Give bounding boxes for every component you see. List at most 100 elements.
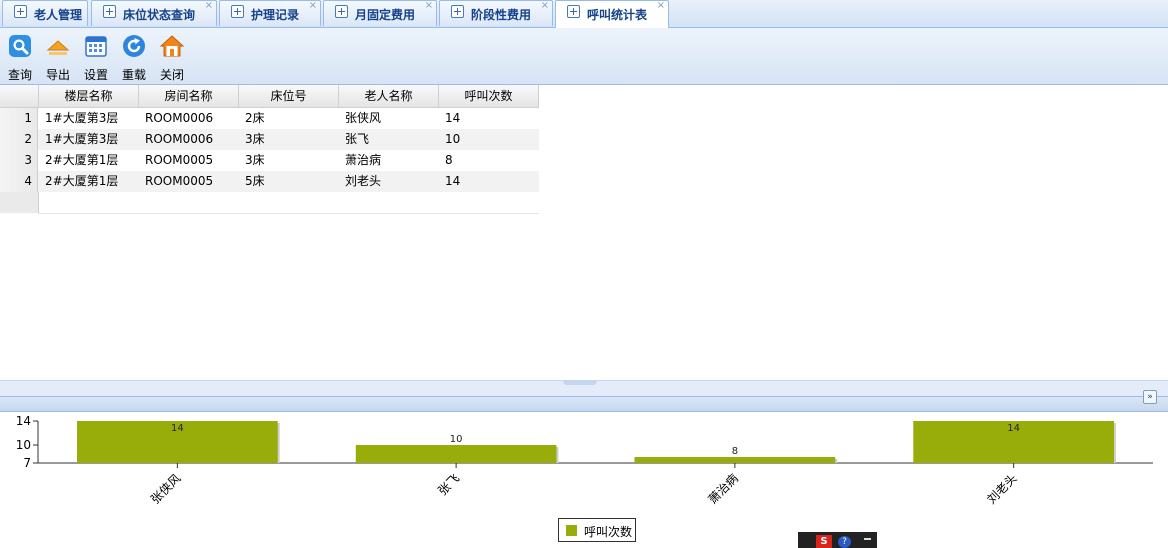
ime-toolbar[interactable]: S ? bbox=[798, 532, 877, 548]
export-button[interactable]: 导出 bbox=[41, 32, 75, 82]
collapse-icon[interactable]: » bbox=[1143, 390, 1157, 404]
y-tick-label: 7 bbox=[23, 456, 31, 470]
table-row[interactable]: 1 1#大厦第3层 ROOM0006 2床 张侠风 14 bbox=[0, 108, 539, 129]
close-label: 关闭 bbox=[159, 68, 184, 82]
settings-label: 设置 bbox=[83, 68, 108, 82]
close-icon[interactable]: × bbox=[541, 1, 549, 11]
y-tick-label: 10 bbox=[16, 438, 31, 452]
ime-help-icon[interactable]: ? bbox=[838, 536, 851, 548]
tab-call-statistics[interactable]: 呼叫统计表 × bbox=[555, 0, 669, 28]
query-label: 查询 bbox=[7, 68, 32, 82]
close-icon[interactable]: × bbox=[309, 1, 317, 11]
tab-monthly-fixed-fee[interactable]: 月固定费用 × bbox=[323, 0, 437, 26]
table-row[interactable]: 3 2#大厦第1层 ROOM0005 3床 萧治病 8 bbox=[0, 150, 539, 171]
cell-room: ROOM0005 bbox=[145, 174, 214, 188]
cell-calls: 14 bbox=[445, 111, 461, 125]
reload-button[interactable]: 重载 bbox=[117, 32, 151, 82]
table-row[interactable]: 4 2#大厦第1层 ROOM0005 5床 刘老头 14 bbox=[0, 171, 539, 192]
close-icon[interactable]: × bbox=[657, 1, 665, 11]
tab-bed-status-query[interactable]: 床位状态查询 × bbox=[91, 0, 217, 26]
close-icon[interactable]: × bbox=[205, 1, 213, 11]
add-icon bbox=[335, 5, 348, 18]
cell-elder: 刘老头 bbox=[345, 174, 382, 188]
toolbar: 查询 导出 设置 重载 关闭 bbox=[0, 28, 1168, 85]
cell-elder: 萧治病 bbox=[345, 153, 382, 167]
cell-calls: 10 bbox=[445, 132, 461, 146]
refresh-icon bbox=[123, 35, 145, 57]
add-icon bbox=[231, 5, 244, 18]
cell-floor: 1#大厦第3层 bbox=[45, 111, 119, 125]
row-number: 1 bbox=[0, 108, 38, 129]
cell-calls: 8 bbox=[445, 153, 453, 167]
row-number: 4 bbox=[0, 171, 38, 192]
column-header-elder[interactable]: 老人名称 bbox=[339, 85, 439, 107]
cell-floor: 2#大厦第1层 bbox=[45, 174, 119, 188]
add-icon bbox=[14, 5, 27, 18]
column-header-bed[interactable]: 床位号 bbox=[239, 85, 339, 107]
cell-floor: 2#大厦第1层 bbox=[45, 153, 119, 167]
bar-value-label: 8 bbox=[732, 446, 738, 457]
splitter[interactable] bbox=[0, 380, 1168, 397]
close-button[interactable]: 关闭 bbox=[155, 32, 189, 82]
bar bbox=[355, 445, 557, 463]
ime-minimize-icon[interactable] bbox=[864, 538, 871, 540]
row-number: 2 bbox=[0, 129, 38, 150]
cell-bed: 3床 bbox=[245, 132, 265, 146]
bar bbox=[634, 457, 836, 463]
add-icon bbox=[567, 5, 580, 18]
x-tick-label: 萧治病 bbox=[705, 471, 741, 507]
bar-value-label: 10 bbox=[450, 434, 463, 445]
empty-row-number bbox=[0, 192, 39, 213]
reload-label: 重载 bbox=[121, 68, 146, 82]
grid-bottom-line bbox=[38, 213, 539, 214]
cell-bed: 5床 bbox=[245, 174, 265, 188]
x-tick-label: 张侠风 bbox=[148, 471, 183, 506]
tab-nursing-record[interactable]: 护理记录 × bbox=[219, 0, 321, 26]
y-tick-label: 14 bbox=[16, 414, 31, 428]
column-header-calls[interactable]: 呼叫次数 bbox=[439, 85, 539, 107]
cell-room: ROOM0006 bbox=[145, 132, 214, 146]
call-count-bar-chart: 7 10 14 14 张侠风 10 张飞 8 萧治病 14 刘老头 bbox=[16, 414, 1153, 507]
legend-label: 呼叫次数 bbox=[584, 525, 633, 539]
splitter-handle[interactable] bbox=[563, 381, 597, 385]
tab-label: 床位状态查询 bbox=[123, 8, 196, 22]
export-label: 导出 bbox=[45, 68, 70, 82]
settings-button[interactable]: 设置 bbox=[79, 32, 113, 82]
cell-room: ROOM0006 bbox=[145, 111, 214, 125]
cell-elder: 张侠风 bbox=[345, 111, 382, 125]
cell-bed: 2床 bbox=[245, 111, 265, 125]
row-number: 3 bbox=[0, 150, 38, 171]
add-icon bbox=[103, 5, 116, 18]
tab-periodic-fee[interactable]: 阶段性费用 × bbox=[439, 0, 553, 26]
column-header-floor[interactable]: 楼层名称 bbox=[39, 85, 139, 107]
x-tick-label: 张飞 bbox=[435, 471, 462, 498]
search-icon bbox=[9, 35, 31, 57]
column-header-room[interactable]: 房间名称 bbox=[139, 85, 239, 107]
close-icon[interactable]: × bbox=[425, 1, 433, 11]
tab-label: 阶段性费用 bbox=[471, 8, 532, 22]
tab-label: 月固定费用 bbox=[355, 8, 416, 22]
legend-swatch bbox=[566, 525, 577, 536]
home-icon bbox=[160, 35, 184, 57]
cell-bed: 3床 bbox=[245, 153, 265, 167]
x-tick-label: 刘老头 bbox=[984, 471, 1019, 506]
tab-strip: 老人管理 床位状态查询 × 护理记录 × 月固定费用 × 阶段性费用 × 呼叫统… bbox=[0, 0, 1168, 28]
calendar-icon bbox=[85, 36, 107, 57]
chart-panel-header bbox=[0, 396, 1168, 412]
query-button[interactable]: 查询 bbox=[3, 32, 37, 82]
tab-label: 护理记录 bbox=[251, 8, 300, 22]
chart-legend[interactable]: 呼叫次数 bbox=[558, 518, 636, 542]
bar-value-label: 14 bbox=[1007, 423, 1020, 434]
eject-icon bbox=[46, 40, 70, 55]
cell-room: ROOM0005 bbox=[145, 153, 214, 167]
tab-elderly-management[interactable]: 老人管理 bbox=[2, 0, 88, 26]
grid-header: 楼层名称 房间名称 床位号 老人名称 呼叫次数 bbox=[0, 85, 539, 108]
bar-value-label: 14 bbox=[171, 423, 184, 434]
cell-calls: 14 bbox=[445, 174, 461, 188]
ime-logo-icon[interactable]: S bbox=[816, 535, 832, 548]
tab-label: 老人管理 bbox=[34, 8, 83, 22]
tab-label: 呼叫统计表 bbox=[587, 8, 648, 22]
row-number-header bbox=[0, 85, 39, 107]
table-row[interactable]: 2 1#大厦第3层 ROOM0006 3床 张飞 10 bbox=[0, 129, 539, 150]
add-icon bbox=[451, 5, 464, 18]
